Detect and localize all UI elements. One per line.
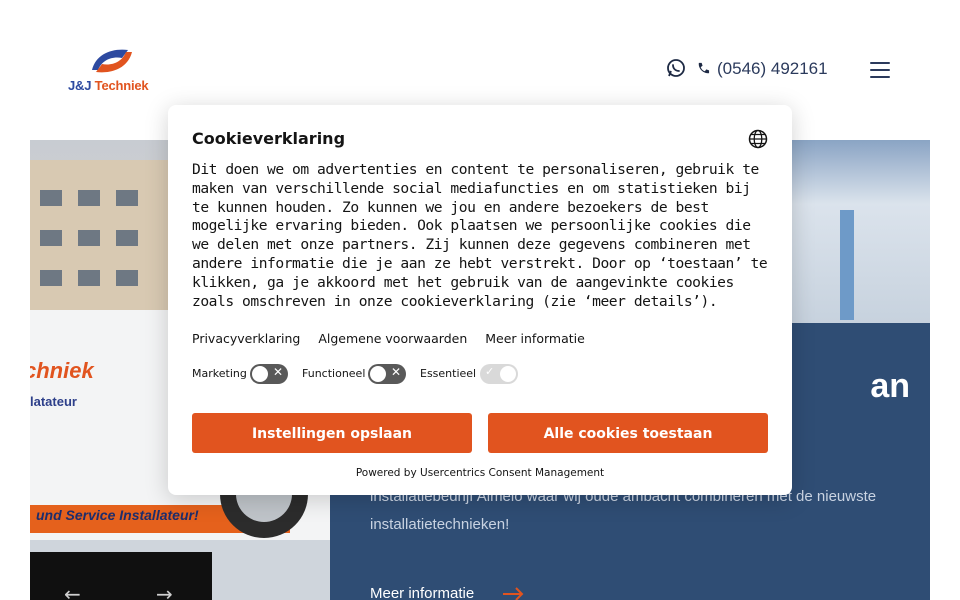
cookie-consent-dialog: Cookieverklaring Dit doen we om adverten… — [168, 105, 792, 495]
check-icon: ✓ — [485, 365, 495, 378]
functional-toggle[interactable]: ✕ — [368, 364, 406, 384]
accept-all-button[interactable]: Alle cookies toestaan — [488, 413, 768, 453]
essential-toggle: ✓ — [480, 364, 518, 384]
dialog-links: Privacyverklaring Algemene voorwaarden M… — [192, 331, 599, 346]
powered-by-text: Powered by Usercentrics Consent Manageme… — [355, 467, 605, 479]
toggle-label-marketing: Marketing — [192, 367, 247, 380]
dialog-body-text: Dit doen we om advertenties en content t… — [192, 161, 768, 310]
terms-link[interactable]: Algemene voorwaarden — [318, 331, 467, 346]
toggle-label-essential: Essentieel — [420, 367, 477, 380]
privacy-policy-link[interactable]: Privacyverklaring — [192, 331, 300, 346]
dialog-title: Cookieverklaring — [192, 129, 346, 148]
toggle-label-functional: Functioneel — [302, 367, 366, 380]
save-settings-button[interactable]: Instellingen opslaan — [192, 413, 472, 453]
more-info-link[interactable]: Meer informatie — [485, 331, 585, 346]
globe-icon[interactable] — [748, 129, 768, 149]
close-icon: ✕ — [273, 365, 284, 379]
close-icon: ✕ — [391, 365, 402, 379]
marketing-toggle[interactable]: ✕ — [250, 364, 288, 384]
